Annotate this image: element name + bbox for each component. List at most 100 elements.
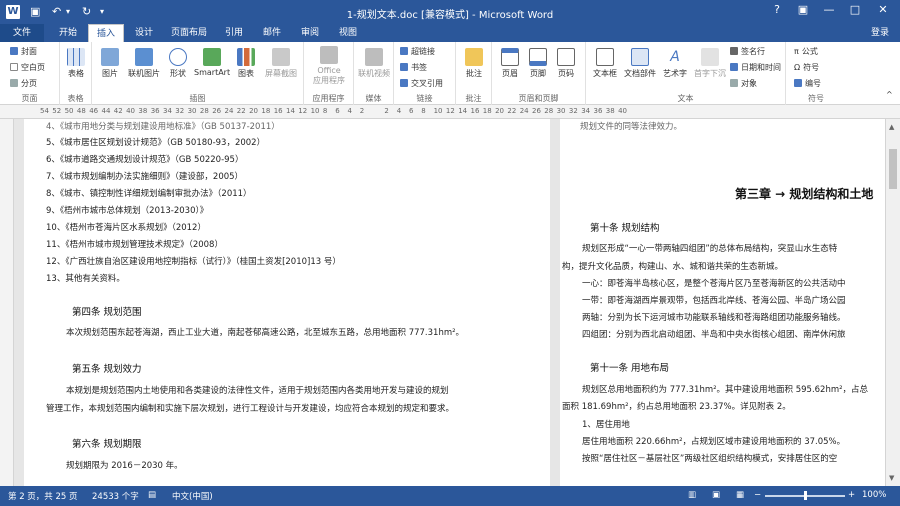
zoom-slider-thumb[interactable] <box>804 491 807 500</box>
scroll-down-icon[interactable]: ▼ <box>889 474 894 482</box>
office-apps-button[interactable]: Office 应用程序 <box>309 46 349 86</box>
zoom-level[interactable]: 100% <box>862 490 886 500</box>
proofing-icon[interactable]: ▤ <box>148 490 156 500</box>
print-layout-icon[interactable]: ▣ <box>712 490 720 500</box>
tab-home[interactable]: 开始 <box>50 24 86 42</box>
tab-review[interactable]: 审阅 <box>292 24 328 42</box>
object-button[interactable]: 对象 <box>730 78 757 89</box>
ruler-mark: 38 <box>605 107 615 115</box>
online-video-icon <box>365 48 383 66</box>
dropcap-button[interactable]: 首字下沉 <box>692 48 728 79</box>
illustrations-group-label: 插图 <box>189 94 206 103</box>
shapes-button[interactable]: 形状 <box>166 48 190 79</box>
page-left[interactable]: 4、《城市用地分类与规划建设用地标准》（GB 50137-2011） 5、《城市… <box>24 119 550 486</box>
collapse-ribbon-icon[interactable]: ^ <box>886 90 893 99</box>
ruler-mark: 50 <box>64 107 74 115</box>
ruler-mark: 24 <box>224 107 234 115</box>
ruler-mark: 8 <box>421 107 426 115</box>
textbox-button[interactable]: 文本框 <box>590 48 620 79</box>
close-button[interactable]: ✕ <box>872 3 894 16</box>
article-11-body: 按照“居住社区－基层社区”两级社区组织结构模式，安排居住区的空 <box>582 454 838 464</box>
scroll-up-icon[interactable]: ▲ <box>889 123 894 131</box>
tab-file[interactable]: 文件 <box>0 24 44 42</box>
article-5-body: 管理工作，本规划范围内编制和实施下层次规划，进行工程设计与开发建设，均应符合本规… <box>46 404 455 414</box>
reference-item: 8、《城市、镇控制性详细规划编制审批办法》（2011） <box>46 189 252 199</box>
ribbon-tabs: 文件 开始 插入 设计 页面布局 引用 邮件 审阅 视图 登录 <box>0 24 900 42</box>
quick-parts-button[interactable]: 文档部件 <box>622 48 658 79</box>
vertical-ruler[interactable] <box>0 119 14 486</box>
ribbon: 封面 空白页 分页 页面 表格 表格 图片 联机图片 形状 SmartArt 图… <box>0 42 900 105</box>
online-picture-icon <box>135 48 153 66</box>
zoom-in-button[interactable]: + <box>848 490 855 500</box>
language-status[interactable]: 中文(中国) <box>172 490 213 502</box>
comment-button[interactable]: 批注 <box>462 48 486 79</box>
hyperlink-button[interactable]: 超链接 <box>400 46 435 57</box>
tab-references[interactable]: 引用 <box>216 24 252 42</box>
ruler-mark: 52 <box>52 107 62 115</box>
blank-page-button[interactable]: 空白页 <box>10 62 45 73</box>
ruler-mark: 10 <box>310 107 320 115</box>
login-link[interactable]: 登录 <box>860 24 900 42</box>
tab-mailings[interactable]: 邮件 <box>254 24 290 42</box>
ruler-mark: 26 <box>532 107 541 115</box>
word-count-status[interactable]: 24533 个字 <box>92 490 139 502</box>
page-count-status[interactable]: 第 2 页，共 25 页 <box>8 490 78 502</box>
signature-icon <box>730 47 738 55</box>
equation-button[interactable]: π 公式 <box>794 46 818 57</box>
tab-insert[interactable]: 插入 <box>88 24 124 42</box>
footer-button[interactable]: 页脚 <box>526 48 550 79</box>
page-break-icon <box>10 79 18 87</box>
symbols-group-label: 符号 <box>808 94 824 103</box>
maximize-button[interactable]: □ <box>844 3 866 16</box>
vertical-scrollbar[interactable]: ▲ ▼ <box>885 119 900 486</box>
header-footer-group: 页眉 页脚 页码 页眉和页脚 <box>492 42 586 105</box>
help-icon[interactable]: ? <box>766 3 788 16</box>
ruler-mark: 6 <box>335 107 340 115</box>
page-number-icon <box>557 48 575 66</box>
read-mode-icon[interactable]: ▥ <box>688 490 696 500</box>
numbering-button[interactable]: 编号 <box>794 78 821 89</box>
online-picture-button[interactable]: 联机图片 <box>124 48 164 79</box>
minimize-button[interactable]: — <box>818 3 840 16</box>
ruler-mark: 6 <box>409 107 414 115</box>
wordart-button[interactable]: A 艺术字 <box>660 48 690 79</box>
ribbon-display-options-icon[interactable]: ▣ <box>792 3 814 16</box>
signature-line-button[interactable]: 签名行 <box>730 46 765 57</box>
header-button[interactable]: 页眉 <box>498 48 522 79</box>
reference-item: 12、《广西壮族自治区建设用地控制指标（试行）》（桂国土资发[2010]13 号… <box>46 257 341 267</box>
page-break-button[interactable]: 分页 <box>10 78 37 89</box>
ruler-mark: 14 <box>458 107 468 115</box>
date-time-button[interactable]: 日期和时间 <box>730 62 781 73</box>
reference-item: 7、《城市规划编制办法实施细则》（建设部，2005） <box>46 172 244 182</box>
chart-button[interactable]: 图表 <box>234 48 258 79</box>
cross-reference-button[interactable]: 交叉引用 <box>400 78 443 89</box>
ruler-mark: 16 <box>273 107 283 115</box>
web-layout-icon[interactable]: ▦ <box>736 490 744 500</box>
smartart-button[interactable]: SmartArt <box>194 48 230 77</box>
article-11-body: 居住用地面积 220.66hm²，占规划区域市建设用地面积的 37.05%。 <box>582 437 846 447</box>
horizontal-ruler[interactable]: 54 52 50 48 46 44 42 40 38 36 34 32 30 28 26 24 22 20 18 16… <box>0 105 900 119</box>
tab-design[interactable]: 设计 <box>126 24 162 42</box>
bookmark-button[interactable]: 书签 <box>400 62 427 73</box>
ruler-mark: 14 <box>286 107 295 115</box>
tab-view[interactable]: 视图 <box>330 24 366 42</box>
tab-page-layout[interactable]: 页面布局 <box>164 24 214 42</box>
picture-button[interactable]: 图片 <box>98 48 122 79</box>
scroll-thumb[interactable] <box>889 149 897 189</box>
ruler-mark: 12 <box>445 107 455 115</box>
page-right[interactable]: 规划文件的同等法律效力。 第三章 → 规划结构和土地 第十条 规划结构 规划区形… <box>560 119 885 486</box>
zoom-out-button[interactable]: − <box>754 490 761 500</box>
page-number-button[interactable]: 页码 <box>554 48 578 79</box>
online-video-button[interactable]: 联机视频 <box>356 48 392 79</box>
cover-page-button[interactable]: 封面 <box>10 46 37 57</box>
comment-icon <box>465 48 483 66</box>
ruler-mark: 32 <box>568 107 578 115</box>
quick-parts-icon <box>631 48 649 66</box>
table-button[interactable]: 表格 <box>64 48 88 79</box>
ruler-mark: 4 <box>396 107 402 115</box>
screenshot-button[interactable]: 屏幕截图 <box>262 48 300 79</box>
article-10-body: 一带：即苍海湖西岸景观带，包括西北岸线、苍海公园、半岛广场公园 <box>582 296 846 306</box>
symbol-button[interactable]: Ω 符号 <box>794 62 819 73</box>
apps-group: Office 应用程序 应用程序 <box>304 42 354 105</box>
pi-icon: π <box>794 47 799 56</box>
